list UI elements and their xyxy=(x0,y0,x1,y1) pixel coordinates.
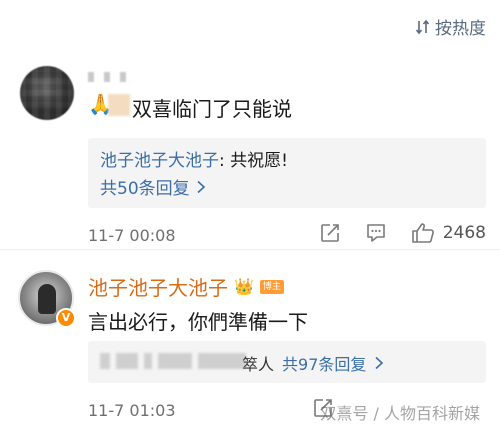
reply-preview-box[interactable]: 箤人 共97条回复 xyxy=(88,341,486,383)
author-name-link[interactable]: 池子池子大池子 xyxy=(88,272,228,301)
thumbs-up-icon xyxy=(411,223,434,243)
reply-preview-box[interactable]: 池子池子大池子: 共祝愿! 共50条回复 xyxy=(88,138,486,208)
comment-text: 言出必行，你們準備一下 xyxy=(88,310,308,334)
comment-meta: 11-7 00:08 2468 xyxy=(88,223,486,245)
sort-icon xyxy=(415,19,430,34)
sort-label: 按热度 xyxy=(435,19,486,39)
blurred-emoji xyxy=(108,94,130,116)
reply-text: : 共祝愿! xyxy=(219,151,288,171)
watermark: 双熹号 / 人物百科新媒 xyxy=(320,404,480,423)
view-replies-link[interactable]: 共50条回复 xyxy=(100,174,206,199)
reply-count: 共97条回复 xyxy=(282,355,367,374)
masked-reply-preview xyxy=(100,353,246,369)
reply-count: 共50条回复 xyxy=(100,179,190,199)
verified-badge-icon: V xyxy=(56,308,76,328)
comment-time: 11-7 00:08 xyxy=(88,226,176,245)
like-button[interactable]: 2468 xyxy=(411,222,486,244)
reply-suffix: 箤人 xyxy=(242,355,275,374)
author-badge: 博主 xyxy=(259,279,284,294)
chevron-right-icon xyxy=(375,356,384,370)
like-count: 2468 xyxy=(442,223,486,243)
sort-by-hotness-button[interactable]: 按热度 xyxy=(415,14,486,39)
comment-time: 11-7 01:03 xyxy=(88,401,176,420)
comment-text: 双喜临门了只能说 xyxy=(132,97,292,121)
reply-author-link[interactable]: 池子池子大池子 xyxy=(100,151,219,171)
crown-icon: 👑 xyxy=(234,277,254,296)
comment-divider xyxy=(0,249,500,250)
chevron-right-icon xyxy=(197,180,205,193)
share-icon[interactable] xyxy=(319,222,341,244)
masked-username[interactable] xyxy=(88,72,126,82)
view-replies-link[interactable]: 箤人 共97条回复 xyxy=(242,351,384,375)
comment-icon[interactable] xyxy=(365,222,387,244)
commenter-avatar[interactable] xyxy=(20,66,74,120)
